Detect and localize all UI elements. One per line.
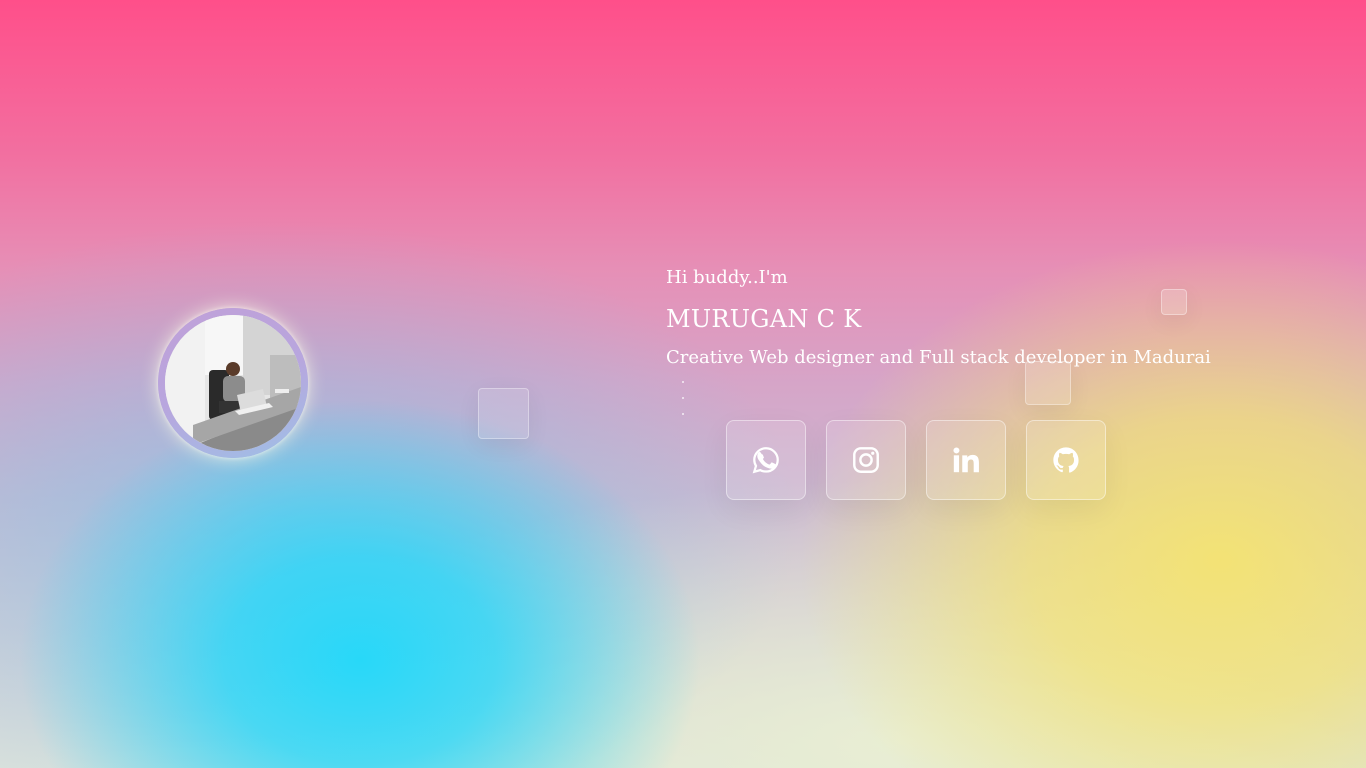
instagram-icon [853,447,879,473]
decorative-glass-square [478,388,529,439]
avatar-ring [158,308,308,458]
decorative-dot [682,381,684,383]
github-button[interactable] [1026,420,1106,500]
linkedin-button[interactable] [926,420,1006,500]
linkedin-icon [953,447,979,473]
decorative-dot [682,413,684,415]
avatar [165,315,301,451]
decorative-dot [682,397,684,399]
greeting-text: Hi buddy..I'm [666,267,788,288]
social-links [726,420,1106,500]
whatsapp-icon [752,447,779,474]
whatsapp-button[interactable] [726,420,806,500]
hero-tagline: Creative Web designer and Full stack dev… [666,347,1211,368]
instagram-button[interactable] [826,420,906,500]
hero-name: MURUGAN C K [666,305,862,333]
hero-intro: Hi buddy..I'm MURUGAN C K Creative Web d… [666,264,1211,372]
github-icon [1053,447,1079,473]
avatar-photo [165,315,301,451]
